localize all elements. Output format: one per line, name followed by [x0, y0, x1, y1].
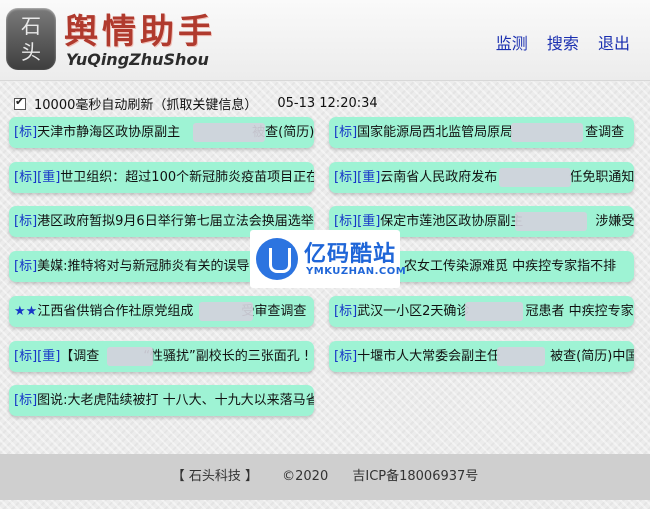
card-tail: 涉嫌受贿、 [595, 214, 634, 229]
card-tail: 被查(简历)中国经 [550, 349, 634, 364]
card-text: 国家能源局西北监管局原局 [357, 125, 514, 140]
card-text: 世卫组织：超过100个新冠肺炎疫苗项目正在 [60, 170, 314, 185]
watermark-title: 亿码酷站 [304, 242, 397, 267]
redaction-blur [515, 212, 587, 231]
card-tags: [标] [334, 349, 358, 364]
nav-logout[interactable]: 退出 [598, 30, 630, 54]
redaction-blur [499, 168, 571, 187]
redaction-blur [511, 123, 583, 142]
news-card[interactable]: ★★江西省供销合作社原党组成 受审查调查 [9, 296, 314, 327]
card-tags: [标] [14, 214, 38, 229]
nav-monitor[interactable]: 监测 [496, 30, 528, 54]
card-text: 美媒:推特将对与新冠肺炎有关的误导 [37, 259, 250, 274]
auto-refresh-label: 10000毫秒自动刷新（抓取关键信息） [34, 98, 258, 113]
footer: 【 石头科技 】 ©2020 吉ICP备18006937号 [0, 454, 650, 500]
card-tags: [标][重] [334, 214, 381, 229]
news-card[interactable]: [标][重]世卫组织：超过100个新冠肺炎疫苗项目正在 [9, 162, 314, 193]
news-card[interactable]: [标]国家能源局西北监管局原局 查调查 [329, 117, 634, 148]
card-tail: 任免职通知网 [569, 170, 634, 185]
refresh-timestamp: 05-13 12:20:34 [277, 96, 378, 111]
watermark-subtitle: YMKUZHAN.COM [306, 266, 407, 277]
card-tags: [标] [334, 125, 358, 140]
card-tags: [标][重] [334, 170, 381, 185]
logo-icon: 石 头 [6, 8, 56, 70]
card-text: 【调查 [60, 349, 100, 364]
logo-glyph-top: 石 [21, 14, 41, 38]
card-text: 港区政府暂拟9月6日举行第七届立法会换届选举 [37, 214, 314, 229]
card-text: 江西省供销合作社原党组成 [37, 304, 194, 319]
auto-refresh-checkbox[interactable] [14, 95, 26, 110]
footer-copyright: ©2020 [282, 469, 329, 484]
card-tail: 农女工传染源难觅 中疾控专家指不排 [404, 259, 617, 274]
card-text: 天津市静海区政协原副主 [37, 125, 181, 140]
news-card[interactable]: [标]十堰市人大常委会副主任 被查(简历)中国经 [329, 341, 634, 372]
top-nav: 监测 搜索 退出 [482, 30, 630, 54]
redaction-blur [497, 347, 545, 366]
footer-company: 【 石头科技 】 [171, 469, 258, 484]
card-tail: 查调查 [585, 125, 625, 140]
card-tags: [标] [14, 393, 38, 408]
card-tags: [标] [334, 304, 358, 319]
card-tags: ★★ [14, 304, 38, 319]
watermark-icon [256, 238, 298, 280]
card-tags: [标][重] [14, 349, 61, 364]
news-card[interactable]: [标]图说:大老虎陆续被打 十八大、十九大以来落马省 [9, 385, 314, 416]
news-card[interactable]: [标][重]云南省人民政府发布 任免职通知网 [329, 162, 634, 193]
redaction-blur [465, 302, 523, 321]
nav-search[interactable]: 搜索 [547, 30, 579, 54]
redaction-blur [199, 302, 253, 321]
card-tags: [标] [14, 125, 38, 140]
redaction-blur [107, 347, 153, 366]
card-text: 武汉一小区2天确诊 [357, 304, 470, 319]
auto-refresh-row: 10000毫秒自动刷新（抓取关键信息） 05-13 12:20:34 [14, 94, 378, 113]
news-card[interactable]: [标]武汉一小区2天确诊 冠患者 中疾控专家去而 [329, 296, 634, 327]
card-tail: “性骚扰”副校长的三张面孔 ! [143, 349, 310, 364]
redaction-blur [193, 123, 265, 142]
card-tags: [标] [14, 259, 38, 274]
footer-icp: 吉ICP备18006937号 [352, 469, 479, 484]
news-card[interactable]: [标]天津市静海区政协原副主被查(简历)中国 [9, 117, 314, 148]
card-tags: [标][重] [14, 170, 61, 185]
app-title: 舆情助手 [64, 12, 216, 52]
logo-glyph-bottom: 头 [21, 40, 41, 64]
app-subtitle: YuQingZhuShou [66, 50, 209, 69]
news-card[interactable]: [标][重]【调查 “性骚扰”副校长的三张面孔 ! [9, 341, 314, 372]
header: 石 头 舆情助手 YuQingZhuShou 监测 搜索 退出 [0, 0, 650, 81]
card-text: 图说:大老虎陆续被打 十八大、十九大以来落马省 [37, 393, 314, 408]
card-text: 十堰市人大常委会副主任 [357, 349, 501, 364]
watermark-logo: 亿码酷站 YMKUZHAN.COM [250, 230, 406, 288]
card-tail: 冠患者 中疾控专家去而 [525, 304, 634, 319]
card-text: 云南省人民政府发布 [380, 170, 498, 185]
card-text: 保定市莲池区政协原副主 [380, 214, 524, 229]
